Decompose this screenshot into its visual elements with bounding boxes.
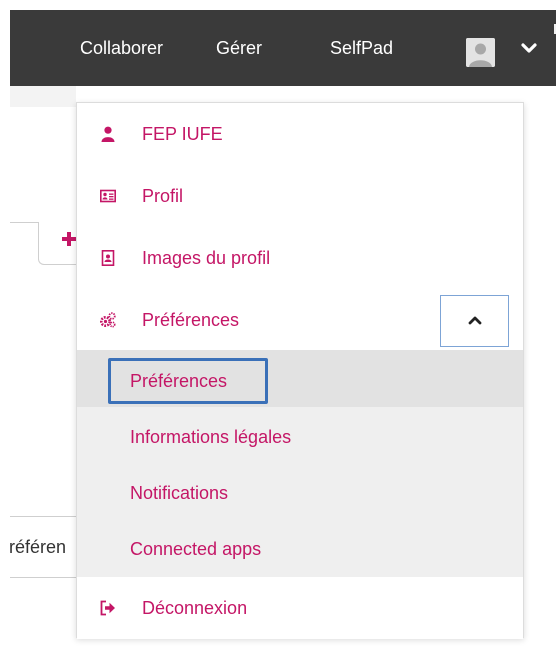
chevron-down-icon[interactable] bbox=[521, 43, 537, 55]
menu-item-preferences-label: Préférences bbox=[142, 310, 240, 330]
menu-item-profile-label: Profil bbox=[142, 186, 184, 206]
submenu-item-preferences[interactable]: Préférences bbox=[130, 361, 227, 401]
plus-icon[interactable] bbox=[62, 232, 76, 246]
menu-item-logout[interactable]: Déconnexion bbox=[77, 577, 523, 639]
chevron-up-icon bbox=[468, 316, 482, 325]
menu-item-profile-images-label: Images du profil bbox=[142, 248, 271, 268]
nav-collaborer-link[interactable]: Collaborer bbox=[80, 10, 163, 86]
submenu-item-notifications[interactable]: Notifications bbox=[130, 473, 228, 513]
menu-item-user[interactable]: FEP IUFE bbox=[77, 103, 523, 166]
portrait-icon bbox=[101, 250, 115, 266]
user-dropdown-menu: FEP IUFE Profil Images du profil Préfére… bbox=[76, 102, 524, 639]
menu-item-user-label: FEP IUFE bbox=[142, 124, 223, 144]
background-partial-text: référen bbox=[8, 537, 66, 557]
menu-item-profile-images[interactable]: Images du profil bbox=[77, 227, 523, 290]
divider bbox=[10, 222, 38, 223]
nav-gerer-link[interactable]: Gérer bbox=[216, 10, 262, 86]
submenu-item-connected-apps[interactable]: Connected apps bbox=[130, 529, 261, 569]
nav-selfpad-link[interactable]: SelfPad bbox=[330, 10, 393, 86]
top-navbar: Collaborer Gérer SelfPad bbox=[10, 10, 556, 86]
preferences-collapse-button[interactable] bbox=[440, 295, 509, 347]
sign-out-icon bbox=[100, 600, 115, 616]
menu-item-profile[interactable]: Profil bbox=[77, 165, 523, 228]
preferences-submenu: Préférences Informations légales Notific… bbox=[77, 350, 523, 578]
user-icon bbox=[101, 126, 115, 142]
id-card-icon bbox=[100, 189, 116, 203]
divider bbox=[10, 516, 76, 517]
background-page bbox=[10, 86, 76, 646]
divider bbox=[10, 577, 76, 578]
submenu-item-legal-info[interactable]: Informations légales bbox=[130, 417, 291, 457]
background-header-strip bbox=[10, 86, 76, 107]
avatar-placeholder-icon bbox=[466, 38, 495, 67]
user-avatar[interactable] bbox=[466, 38, 495, 67]
gears-icon bbox=[100, 312, 116, 328]
menu-item-logout-label: Déconnexion bbox=[142, 598, 248, 618]
